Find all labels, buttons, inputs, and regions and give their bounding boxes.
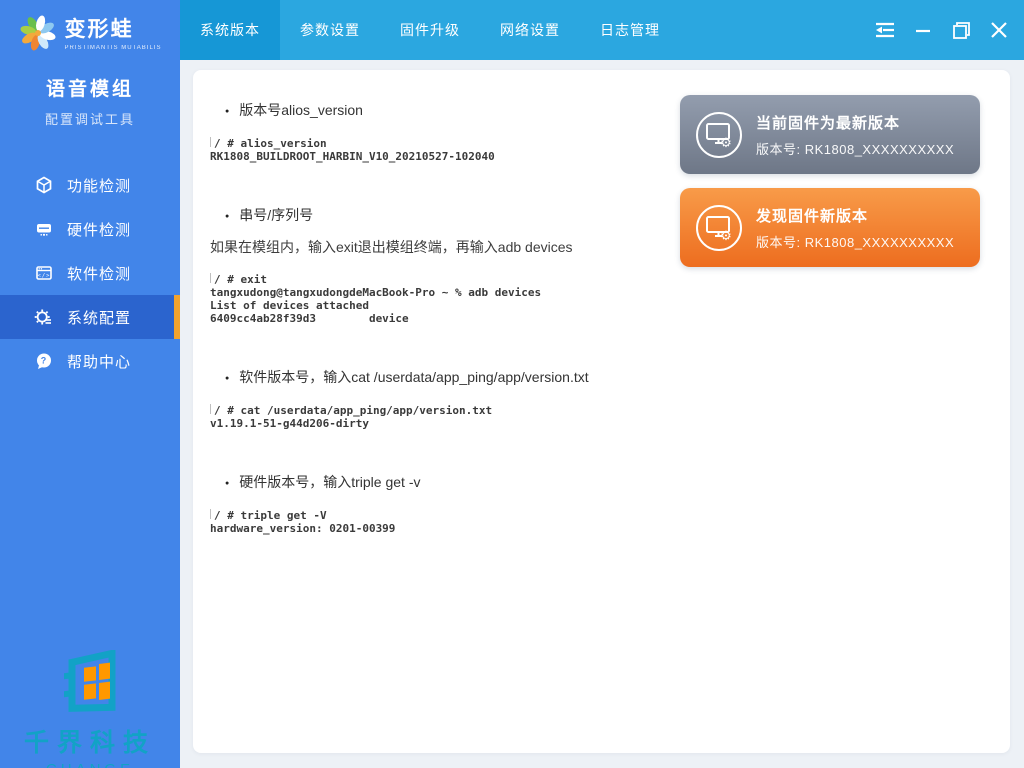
close-icon — [990, 21, 1008, 39]
bullet-item: 软件版本号，输入cat /userdata/app_ping/app/versi… — [225, 367, 1010, 391]
card-subtitle: 版本号: RK1808_XXXXXXXXXX — [756, 139, 954, 158]
svg-text:</>: </> — [37, 273, 50, 279]
code-line: tangxudong@tangxudongdeMacBook-Pro ~ % a… — [210, 286, 1010, 299]
sidebar-item-label: 帮助中心 — [67, 351, 131, 372]
svg-text:⚙: ⚙ — [720, 136, 732, 151]
close-button[interactable] — [988, 19, 1010, 41]
sidebar-item-label: 功能检测 — [67, 175, 131, 196]
collapse-menu-icon — [875, 21, 895, 39]
code-block: / # cat /userdata/app_ping/app/version.t… — [210, 404, 1010, 430]
module-header: 语音模组 配置调试工具 — [0, 74, 180, 128]
help-icon: ? — [34, 352, 53, 371]
code-line: 6409cc4ab28f39d3 device — [210, 312, 1010, 325]
sidebar: 变形蛙 PRISTIMANTIS MUTABILIS 语音模组 配置调试工具 功… — [0, 0, 180, 768]
code-line: / # cat /userdata/app_ping/app/version.t… — [210, 404, 1010, 417]
code-line: hardware_version: 0201-00399 — [210, 522, 1010, 535]
app-tagline: PRISTIMANTIS MUTABILIS — [65, 45, 162, 51]
sidebar-item-系统配置[interactable]: 系统配置 — [0, 295, 180, 339]
card-text: 发现固件新版本版本号: RK1808_XXXXXXXXXX — [756, 205, 954, 251]
hardware-icon — [34, 220, 53, 239]
code-window-icon: </> — [34, 264, 53, 283]
minimize-button[interactable] — [912, 19, 934, 41]
sidebar-item-label: 软件检测 — [67, 263, 131, 284]
watermark-name: 千界科技 — [0, 723, 180, 759]
tab-固件升级[interactable]: 固件升级 — [380, 0, 480, 60]
app-logo: 变形蛙 PRISTIMANTIS MUTABILIS — [0, 12, 180, 52]
company-logo-icon — [58, 650, 122, 716]
company-watermark: 千界科技 —CHANGE— — [0, 650, 180, 768]
code-line: v1.19.1-51-g44d206-dirty — [210, 417, 1010, 430]
pinwheel-logo-icon — [19, 12, 57, 52]
tab-bar: 系统版本参数设置固件升级网络设置日志管理 — [180, 0, 680, 60]
sidebar-item-帮助中心[interactable]: ? 帮助中心 — [0, 339, 180, 383]
content-area: 版本号alios_version/ # alios_versionRK1808_… — [180, 60, 1024, 768]
doc-section: 硬件版本号，输入triple get -v / # triple get -Vha… — [210, 472, 1010, 535]
code-line: / # triple get -V — [210, 509, 1010, 522]
content-panel: 版本号alios_version/ # alios_versionRK1808_… — [193, 70, 1010, 753]
card-title: 当前固件为最新版本 — [756, 112, 954, 133]
gear-icon — [34, 308, 53, 327]
app-name: 变形蛙 — [65, 13, 162, 43]
svg-text:⚙: ⚙ — [720, 229, 732, 244]
card-subtitle: 版本号: RK1808_XXXXXXXXXX — [756, 232, 954, 251]
firmware-monitor-icon: ⚙ — [696, 205, 742, 251]
collapse-menu-button[interactable] — [874, 19, 896, 41]
sidebar-item-label: 系统配置 — [67, 307, 131, 328]
sidebar-nav: 功能检测硬件检测 </> 软件检测系统配置? 帮助中心 — [0, 163, 180, 383]
tab-参数设置[interactable]: 参数设置 — [280, 0, 380, 60]
app-window: 变形蛙 PRISTIMANTIS MUTABILIS 语音模组 配置调试工具 功… — [0, 0, 1024, 768]
firmware-monitor-icon: ⚙ — [696, 112, 742, 158]
code-block: / # triple get -Vhardware_version: 0201-… — [210, 509, 1010, 535]
header: 系统版本参数设置固件升级网络设置日志管理 — [180, 0, 1024, 60]
svg-text:?: ? — [40, 356, 47, 366]
cube-icon — [34, 176, 53, 195]
sidebar-item-硬件检测[interactable]: 硬件检测 — [0, 207, 180, 251]
watermark-sub: —CHANGE— — [0, 761, 180, 768]
module-title: 语音模组 — [0, 74, 180, 101]
tab-日志管理[interactable]: 日志管理 — [580, 0, 680, 60]
firmware-card-gray[interactable]: ⚙ 当前固件为最新版本版本号: RK1808_XXXXXXXXXX — [680, 95, 980, 174]
maximize-icon — [952, 21, 971, 40]
sidebar-item-label: 硬件检测 — [67, 219, 131, 240]
card-title: 发现固件新版本 — [756, 205, 954, 226]
card-text: 当前固件为最新版本版本号: RK1808_XXXXXXXXXX — [756, 112, 954, 158]
firmware-card-orange[interactable]: ⚙ 发现固件新版本版本号: RK1808_XXXXXXXXXX — [680, 188, 980, 267]
maximize-button[interactable] — [950, 19, 972, 41]
window-controls — [874, 0, 1010, 60]
minimize-icon — [914, 21, 932, 39]
code-line: List of devices attached — [210, 299, 1010, 312]
firmware-cards: ⚙ 当前固件为最新版本版本号: RK1808_XXXXXXXXXX ⚙ 发现固件新版本… — [680, 95, 980, 281]
tab-网络设置[interactable]: 网络设置 — [480, 0, 580, 60]
sidebar-item-功能检测[interactable]: 功能检测 — [0, 163, 180, 207]
tab-系统版本[interactable]: 系统版本 — [180, 0, 280, 60]
bullet-item: 硬件版本号，输入triple get -v — [225, 472, 1010, 496]
module-subtitle: 配置调试工具 — [0, 109, 180, 128]
doc-section: 软件版本号，输入cat /userdata/app_ping/app/versi… — [210, 367, 1010, 430]
sidebar-item-软件检测[interactable]: </> 软件检测 — [0, 251, 180, 295]
